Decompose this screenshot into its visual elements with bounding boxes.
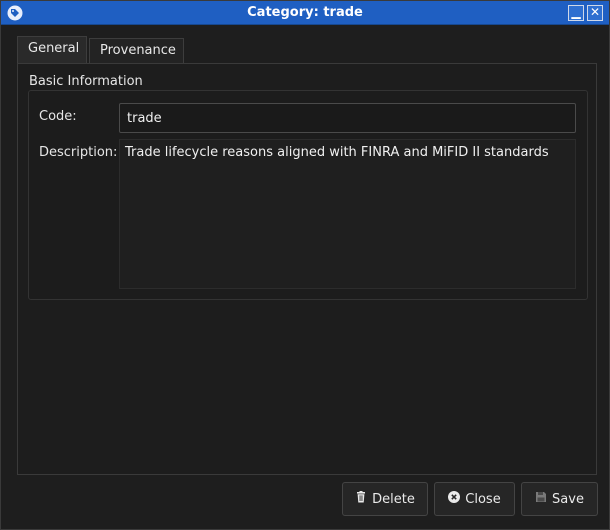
close-button[interactable]: Close	[434, 482, 515, 516]
trash-icon	[355, 491, 367, 507]
description-field[interactable]: Trade lifecycle reasons aligned with FIN…	[119, 139, 576, 289]
close-circle-icon	[448, 491, 461, 507]
save-icon	[535, 491, 547, 507]
close-window-button[interactable]: ✕	[587, 5, 603, 21]
general-tab-panel: Basic Information Code: Description: Tra…	[17, 63, 597, 475]
tab-general[interactable]: General	[17, 36, 87, 63]
window-title: Category: trade	[247, 5, 363, 20]
minimize-button[interactable]: ▁	[568, 5, 584, 21]
basic-information-group: Code: Description: Trade lifecycle reaso…	[28, 90, 588, 300]
close-button-label: Close	[465, 491, 501, 507]
code-field[interactable]	[119, 103, 576, 133]
save-button-label: Save	[552, 491, 584, 507]
save-button[interactable]: Save	[521, 482, 598, 516]
delete-button-label: Delete	[372, 491, 415, 507]
basic-information-heading: Basic Information	[29, 74, 143, 89]
delete-button[interactable]: Delete	[342, 482, 428, 516]
code-label: Code:	[39, 109, 77, 124]
category-dialog: Category: trade ▁ ✕ General Provenance B…	[0, 0, 610, 530]
title-bar[interactable]: Category: trade ▁ ✕	[1, 1, 609, 25]
tab-provenance[interactable]: Provenance	[89, 38, 184, 63]
description-label: Description:	[39, 145, 118, 160]
